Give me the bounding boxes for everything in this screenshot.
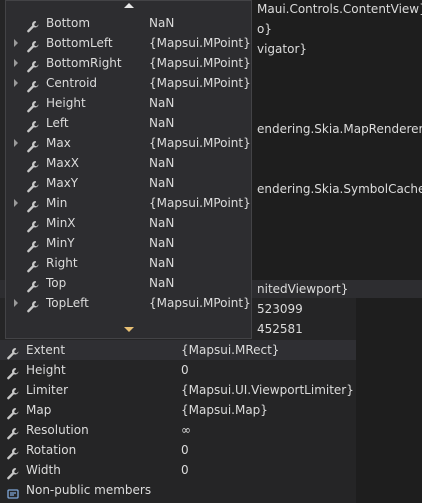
member-name: Rotation xyxy=(26,443,77,457)
watch-bg-line-2: o} xyxy=(257,22,272,36)
datatip-row-bottom[interactable]: Bottom NaN xyxy=(6,13,251,33)
property-value: NaN xyxy=(149,276,175,290)
watch-bg-line-3: vigator} xyxy=(257,42,308,56)
member-name: Height xyxy=(26,363,66,377)
property-name: TopLeft xyxy=(46,296,89,310)
datatip-row-height[interactable]: Height NaN xyxy=(6,93,251,113)
watch-bg-viewport-text: nitedViewport} xyxy=(257,282,349,296)
expand-arrow-icon[interactable] xyxy=(14,199,18,207)
member-name: Width xyxy=(26,463,61,477)
expand-arrow-icon[interactable] xyxy=(14,39,18,47)
member-row-height[interactable]: Height 0 xyxy=(0,360,356,380)
member-name: Resolution xyxy=(26,423,89,437)
member-value: ∞ xyxy=(181,423,191,437)
expand-arrow-icon[interactable] xyxy=(14,139,18,147)
property-value: NaN xyxy=(149,156,175,170)
property-value: NaN xyxy=(149,116,175,130)
datatip-row-bottomright[interactable]: BottomRight {Mapsui.MPoint} xyxy=(6,53,251,73)
property-name: Max xyxy=(46,136,71,150)
property-value: {Mapsui.MPoint} xyxy=(149,136,251,150)
property-value: NaN xyxy=(149,256,175,270)
expand-arrow-icon[interactable] xyxy=(14,79,18,87)
property-value: {Mapsui.MPoint} xyxy=(149,56,251,70)
expand-arrow-icon[interactable] xyxy=(14,59,18,67)
datatip-row-top[interactable]: Top NaN xyxy=(6,273,251,293)
member-value: 0 xyxy=(181,443,189,457)
property-name: MaxX xyxy=(46,156,80,170)
property-value: NaN xyxy=(149,96,175,110)
extent-datatip-popup[interactable]: Bottom NaN BottomLeft {Mapsui.MPoint} Bottom… xyxy=(5,0,252,339)
property-value: NaN xyxy=(149,176,175,190)
property-name: Centroid xyxy=(46,76,98,90)
member-row-width[interactable]: Width 0 xyxy=(0,460,356,480)
member-name: Non-public members xyxy=(26,483,152,497)
member-value: 0 xyxy=(181,363,189,377)
property-value: NaN xyxy=(149,216,175,230)
datatip-row-right[interactable]: Right NaN xyxy=(6,253,251,273)
datatip-row-centroid[interactable]: Centroid {Mapsui.MPoint} xyxy=(6,73,251,93)
property-value: {Mapsui.MPoint} xyxy=(149,196,251,210)
watch-bg-line-1: Maui.Controls.ContentView} xyxy=(257,2,422,16)
member-value: {Mapsui.Map} xyxy=(181,403,268,417)
panel-right-area xyxy=(356,298,422,503)
watch-bg-line-5: endering.Skia.SymbolCache} xyxy=(257,182,422,196)
property-name: Right xyxy=(46,256,78,270)
property-name: Height xyxy=(46,96,86,110)
property-value: {Mapsui.MPoint} xyxy=(149,36,251,50)
members-icon xyxy=(6,483,20,503)
datatip-row-minx[interactable]: MinX NaN xyxy=(6,213,251,233)
member-row-map[interactable]: Map {Mapsui.Map} xyxy=(0,400,356,420)
scroll-down-arrow-icon[interactable] xyxy=(124,327,134,332)
datatip-row-left[interactable]: Left NaN xyxy=(6,113,251,133)
property-name: MaxY xyxy=(46,176,79,190)
property-value: {Mapsui.MPoint} xyxy=(149,296,251,310)
property-name: MinY xyxy=(46,236,75,250)
member-name: Extent xyxy=(26,343,66,357)
watch-bg-number-1: 523099 xyxy=(257,302,303,316)
datatip-row-maxx[interactable]: MaxX NaN xyxy=(6,153,251,173)
member-value: 0 xyxy=(181,463,189,477)
member-row-non-public-members[interactable]: Non-public members xyxy=(0,480,356,500)
member-row-limiter[interactable]: Limiter {Mapsui.UI.ViewportLimiter} xyxy=(0,380,356,400)
property-name: MinX xyxy=(46,216,76,230)
wrench-icon xyxy=(26,296,40,316)
member-name: Limiter xyxy=(26,383,69,397)
property-value: {Mapsui.MPoint} xyxy=(149,76,251,90)
watch-bg-number-2: 452581 xyxy=(257,322,303,336)
expand-arrow-icon[interactable] xyxy=(14,299,18,307)
property-name: Bottom xyxy=(46,16,91,30)
member-value: {Mapsui.MRect} xyxy=(181,343,280,357)
datatip-row-bottomleft[interactable]: BottomLeft {Mapsui.MPoint} xyxy=(6,33,251,53)
property-value: NaN xyxy=(149,16,175,30)
datatip-row-miny[interactable]: MinY NaN xyxy=(6,233,251,253)
datatip-row-min[interactable]: Min {Mapsui.MPoint} xyxy=(6,193,251,213)
watch-bg-line-4: endering.Skia.MapRenderer} xyxy=(257,122,422,136)
datatip-row-maxy[interactable]: MaxY NaN xyxy=(6,173,251,193)
property-value: NaN xyxy=(149,236,175,250)
member-row-rotation[interactable]: Rotation 0 xyxy=(0,440,356,460)
property-name: Top xyxy=(46,276,67,290)
property-name: Min xyxy=(46,196,68,210)
datatip-row-topleft[interactable]: TopLeft {Mapsui.MPoint} xyxy=(6,293,251,313)
member-row-extent[interactable]: Extent {Mapsui.MRect} xyxy=(0,340,356,360)
member-name: Map xyxy=(26,403,52,417)
property-name: BottomLeft xyxy=(46,36,113,50)
datatip-row-max[interactable]: Max {Mapsui.MPoint} xyxy=(6,133,251,153)
property-name: BottomRight xyxy=(46,56,122,70)
property-name: Left xyxy=(46,116,69,130)
member-row-resolution[interactable]: Resolution ∞ xyxy=(0,420,356,440)
scroll-up-arrow-icon[interactable] xyxy=(124,3,134,8)
member-value: {Mapsui.UI.ViewportLimiter} xyxy=(181,383,354,397)
